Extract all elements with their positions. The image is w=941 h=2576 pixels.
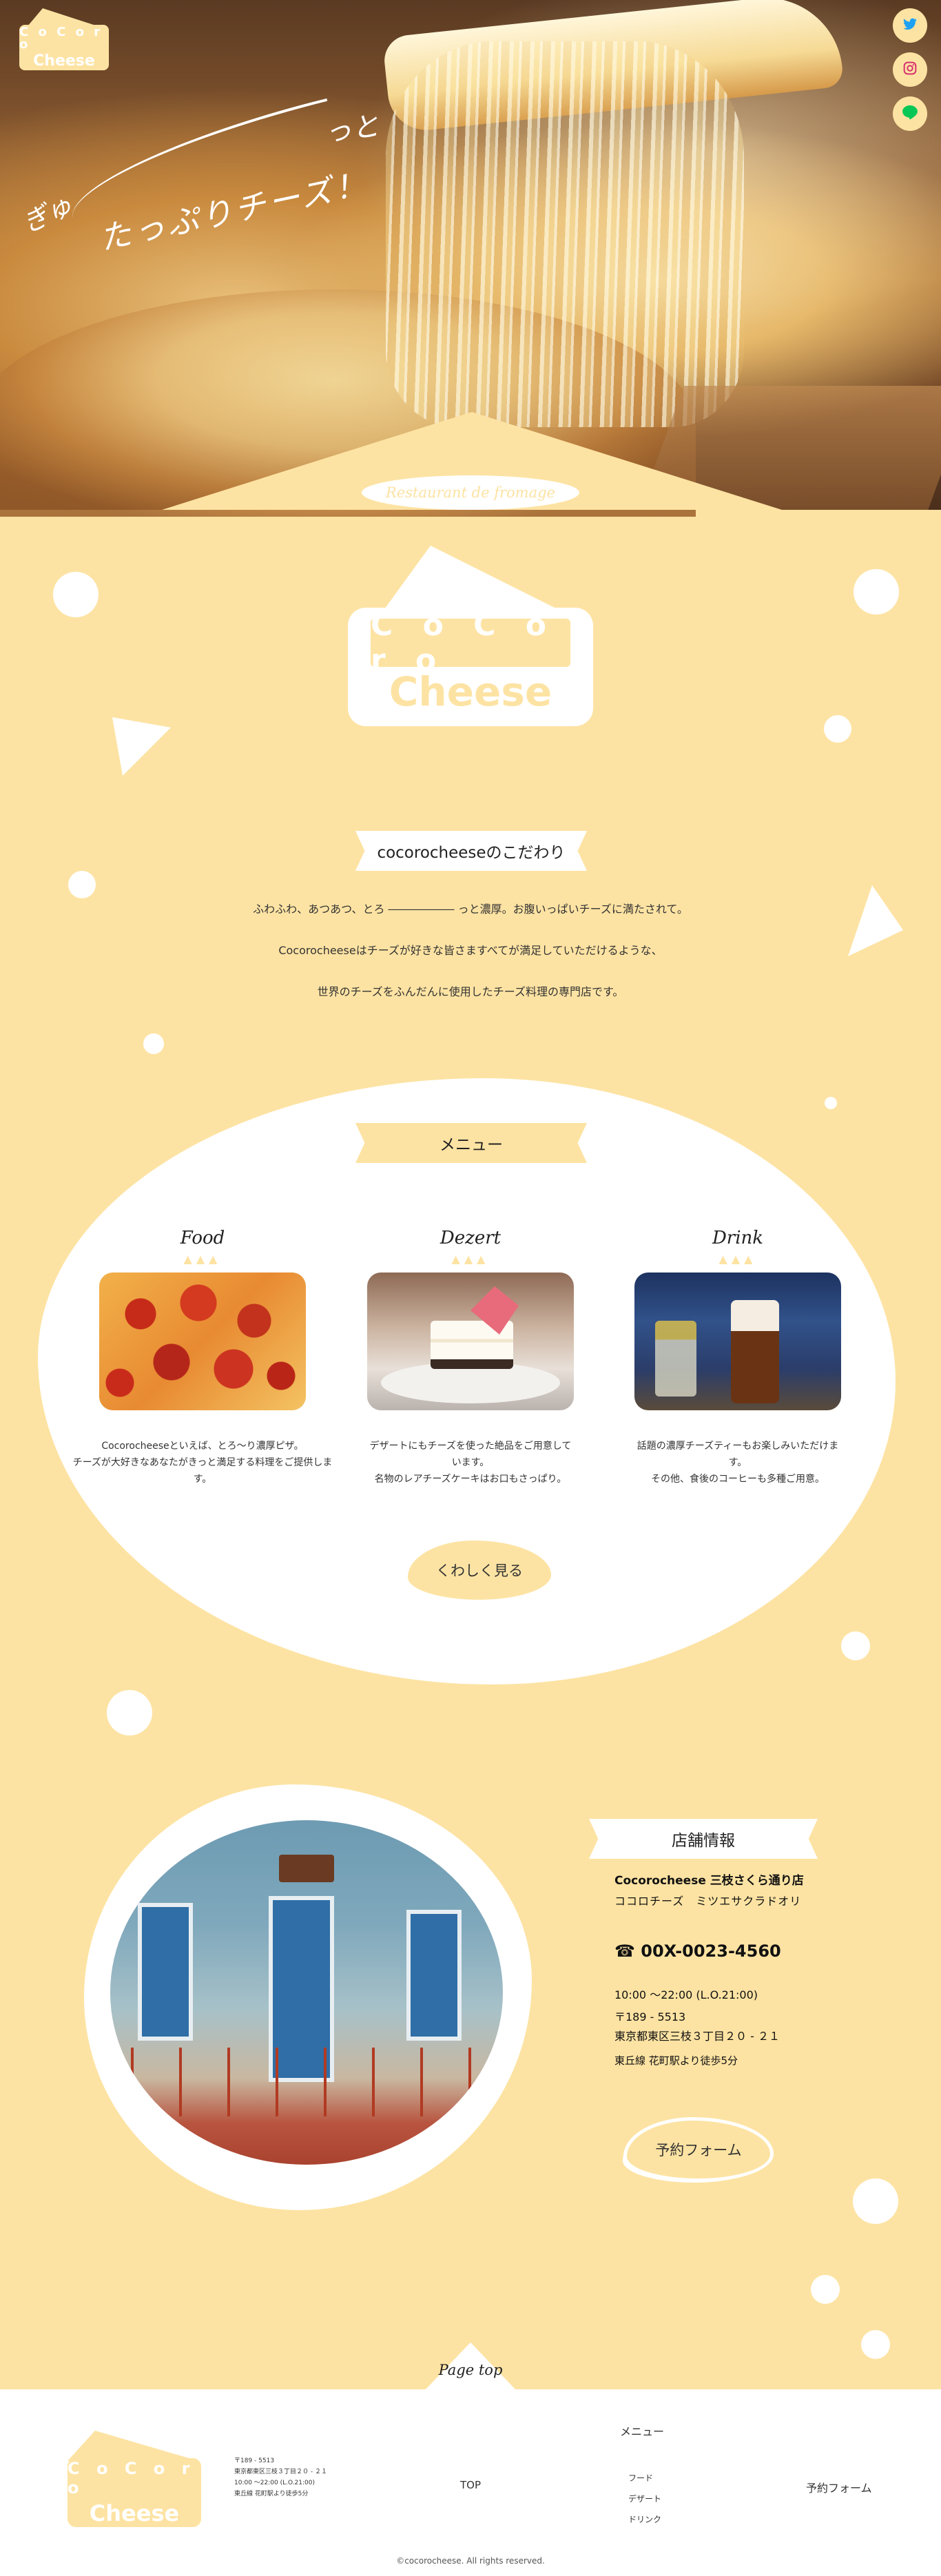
- page-top-link[interactable]: Page top: [426, 2362, 515, 2378]
- menu-item-title: Food: [180, 1228, 225, 1248]
- social-links: [893, 8, 927, 141]
- menu-item-desc-2: その他、食後のコーヒーも多種ご用意。: [651, 1474, 825, 1485]
- catchcopy-gyu: ぎゅ: [17, 189, 78, 239]
- main-logo: C o C o r o Cheese: [348, 546, 593, 726]
- deco-dot: [853, 2178, 898, 2224]
- cheesecake-photo: [367, 1272, 574, 1410]
- window: [406, 1910, 462, 2041]
- footer-logo[interactable]: C o C o r o Cheese: [68, 2431, 201, 2527]
- cheese-drops-icon: ▲▲▲: [183, 1253, 222, 1266]
- footer-shop-info: 〒189 - 5513 東京都東区三枝３丁目２０ - ２１ 10:00 ～22:…: [234, 2455, 327, 2500]
- shop-hours: 10:00 ～22:00 (L.O.21:00): [614, 1988, 758, 2001]
- deco-dot: [841, 1631, 870, 1660]
- logo-line2: Cheese: [33, 52, 95, 70]
- footer-nav-reserve[interactable]: 予約フォーム: [806, 2479, 872, 2495]
- footer-nav-top[interactable]: TOP: [460, 2479, 481, 2491]
- menu-item-title: Drink: [712, 1228, 764, 1248]
- logo-line2: Cheese: [389, 668, 552, 715]
- menu-item-title: Dezert: [440, 1228, 501, 1248]
- shop-postal: 〒189 - 5513: [614, 2010, 686, 2023]
- logo-body: C o C o r o Cheese: [68, 2458, 201, 2527]
- window: [138, 1903, 193, 2041]
- logo-line1: C o C o r o: [68, 2459, 196, 2497]
- shop-street: 東京都東区三枝３丁目２０ - ２１: [614, 2030, 780, 2043]
- instagram-icon: [903, 61, 917, 79]
- menu-item-desc: デザートにもチーズを使った絶品をご用意しています。 名物のレアチーズケーキはお口…: [367, 1438, 574, 1487]
- shop-tel[interactable]: ☎ 00X-0023-4560: [614, 1941, 876, 1961]
- concept-line-2: Cocorocheeseはチーズが好きな皆さますべてが満足していただけるような、: [278, 944, 663, 957]
- deco-dot: [68, 871, 96, 898]
- cheese-drops-icon: ▲▲▲: [718, 1253, 757, 1266]
- logo-roof: [68, 2431, 198, 2461]
- deco-dot: [824, 715, 851, 743]
- footer-nav-menu-heading: メニュー: [620, 2425, 665, 2438]
- logo-roof: [28, 8, 98, 26]
- footer-nav-dessert[interactable]: デザート: [628, 2489, 661, 2509]
- menu-item-desc-1: Cocorocheeseといえば、とろ～り濃厚ピザ。: [101, 1441, 304, 1452]
- deco-dot: [143, 1033, 164, 1054]
- menu-item-desc: Cocorocheeseといえば、とろ～り濃厚ピザ。 チーズが大好きなあなたがき…: [72, 1438, 333, 1487]
- concept-line-1: ふわふわ、あつあつ、とろ ―――――― っと濃厚。お腹いっぱいチーズに満たされて…: [253, 903, 688, 916]
- deco-dot: [811, 2275, 840, 2304]
- header-logo[interactable]: C o C o r o Cheese: [19, 8, 109, 70]
- shop-name: Cocorocheese 三枝さくら通り店: [614, 1874, 804, 1888]
- footer-info-line: 東丘線 花町駅より徒歩5分: [234, 2491, 309, 2497]
- tagline: Restaurant de fromage: [362, 475, 579, 510]
- shop-heading: 店舗情報: [589, 1819, 818, 1859]
- page: ぎゅ っと たっぷりチーズ！ C o C o r o Cheese Restau…: [0, 0, 941, 2576]
- line-button[interactable]: [893, 96, 927, 131]
- catchcopy-tto: っと: [322, 110, 382, 150]
- menu-item-dessert[interactable]: Dezert ▲▲▲ デザートにもチーズを使った絶品をご用意しています。 名物の…: [367, 1228, 574, 1487]
- hero-catchcopy: ぎゅ っと たっぷりチーズ！: [18, 98, 406, 282]
- cheese-drops-icon: ▲▲▲: [451, 1253, 490, 1266]
- menu-heading: メニュー: [355, 1123, 587, 1163]
- logo-body: C o C o r o Cheese: [19, 25, 109, 70]
- footer-info-line: 〒189 - 5513: [234, 2457, 275, 2464]
- shop-info: Cocorocheese 三枝さくら通り店 ココロチーズ ミツエサクラドオリ ☎…: [614, 1871, 876, 2068]
- shop-exterior-photo: [110, 1820, 503, 2165]
- menu-item-drink[interactable]: Drink ▲▲▲ 話題の濃厚チーズティーもお楽しみいただけます。 その他、食後…: [634, 1228, 841, 1487]
- deco-dot: [53, 572, 99, 617]
- menu-item-desc-1: デザートにもチーズを使った絶品をご用意しています。: [369, 1441, 572, 1468]
- footer-nav-menu: フード デザート ドリンク: [628, 2468, 661, 2530]
- logo-body: C o C o r o Cheese: [348, 608, 593, 726]
- cheese-strings: [386, 41, 744, 427]
- shop-kana: ココロチーズ ミツエサクラドオリ: [614, 1895, 802, 1908]
- line-icon: [902, 105, 918, 122]
- shop-access: 東丘線 花町駅より徒歩5分: [614, 2054, 738, 2067]
- copyright: ©cocorocheese. All rights reserved.: [396, 2556, 545, 2566]
- menu-item-desc-2: チーズが大好きなあなたがきっと満足する料理をご提供します。: [72, 1457, 333, 1485]
- footer-nav-food[interactable]: フード: [628, 2468, 661, 2489]
- deco-triangle: [848, 885, 903, 956]
- menu-item-desc: 話題の濃厚チーズティーもお楽しみいただけます。 その他、食後のコーヒーも多種ご用…: [634, 1438, 841, 1487]
- twitter-icon: [903, 17, 917, 34]
- deco-triangle: [112, 717, 171, 776]
- shop-sign: [279, 1855, 334, 1882]
- reserve-form-button[interactable]: 予約フォーム: [627, 2121, 770, 2178]
- footer-info-line: 東京都東区三枝３丁目２０ - ２１: [234, 2469, 327, 2475]
- footer: C o C o r o Cheese 〒189 - 5513 東京都東区三枝３丁…: [0, 2389, 941, 2576]
- cheese-tea-photo: [634, 1272, 841, 1410]
- deco-dot: [107, 1690, 152, 1735]
- glass: [655, 1321, 696, 1397]
- deco-dot: [854, 569, 899, 615]
- concept-line-3: 世界のチーズをふんだんに使用したチーズ料理の専門店です。: [317, 985, 624, 998]
- deco-dot: [861, 2330, 890, 2359]
- menu-item-desc-2: 名物のレアチーズケーキはお口もさっぱり。: [374, 1474, 567, 1485]
- logo-line2: Cheese: [89, 2500, 180, 2526]
- menu-item-food[interactable]: Food ▲▲▲ Cocorocheeseといえば、とろ～り濃厚ピザ。 チーズが…: [73, 1228, 333, 1487]
- glass: [731, 1300, 779, 1403]
- terrace-chairs: [110, 2048, 503, 2116]
- concept-heading: cocorocheeseのこだわり: [355, 831, 587, 871]
- deco-dot: [825, 1097, 837, 1109]
- footer-info-line: 10:00 ～22:00 (L.O.21:00): [234, 2480, 316, 2486]
- logo-line1: C o C o r o: [19, 25, 103, 52]
- menu-item-desc-1: 話題の濃厚チーズティーもお楽しみいただけます。: [637, 1441, 839, 1468]
- logo-line1: C o C o r o: [371, 608, 570, 678]
- pizza-photo: [99, 1272, 306, 1410]
- instagram-button[interactable]: [893, 52, 927, 87]
- shop-address: 〒189 - 5513 東京都東区三枝３丁目２０ - ２１: [614, 2008, 876, 2046]
- footer-nav-drink[interactable]: ドリンク: [628, 2509, 661, 2530]
- twitter-button[interactable]: [893, 8, 927, 43]
